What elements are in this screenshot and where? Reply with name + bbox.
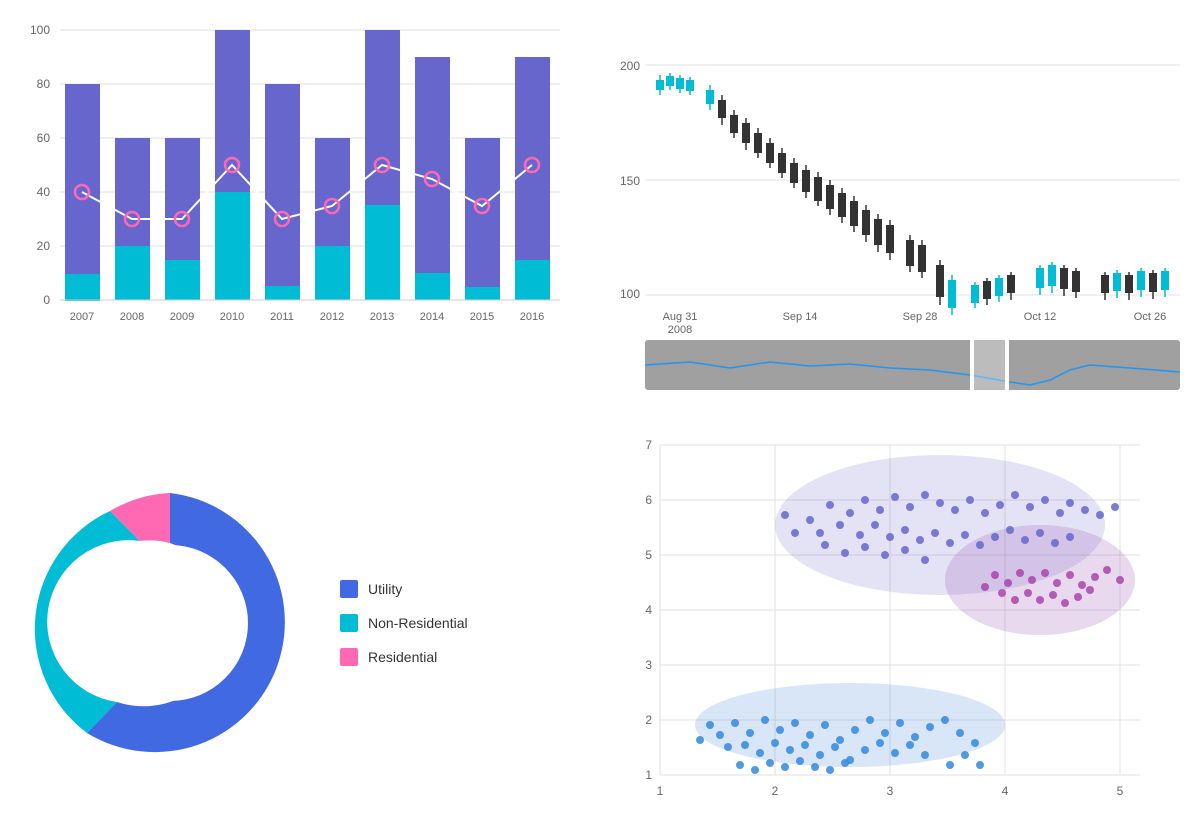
x-label: Aug 31 (663, 311, 698, 323)
y-label: 150 (620, 174, 640, 188)
svg-text:2: 2 (772, 784, 779, 798)
legend-residential-label: Residential (368, 649, 437, 665)
x-label: 2010 (220, 311, 244, 323)
bar-cyan (465, 287, 500, 300)
cluster2-ellipse (945, 525, 1135, 635)
x-label: 2015 (470, 311, 494, 323)
cluster3-ellipse (695, 683, 1005, 767)
x-label: 2012 (320, 311, 344, 323)
svg-text:4: 4 (1002, 784, 1009, 798)
svg-text:80: 80 (37, 77, 51, 91)
bar-blue (265, 84, 300, 300)
scatter-chart: 1 2 3 4 5 6 7 1 2 3 4 5 (600, 415, 1200, 830)
bar-cyan (365, 205, 400, 300)
donut-hole (92, 545, 248, 701)
svg-text:40: 40 (37, 185, 51, 199)
bar-cyan (315, 246, 350, 300)
svg-text:100: 100 (30, 23, 50, 37)
bar-cyan (115, 246, 150, 300)
svg-text:60: 60 (37, 131, 51, 145)
svg-text:0: 0 (43, 293, 50, 307)
donut-chart-cell: Utility Non-Residential Residential (0, 415, 600, 830)
x-label: 2007 (70, 311, 94, 323)
x-label: Oct 26 (1134, 311, 1166, 323)
svg-text:20: 20 (37, 239, 51, 253)
bar-blue (465, 138, 500, 300)
x-label: 2009 (170, 311, 194, 323)
svg-text:5: 5 (1117, 784, 1124, 798)
legend-residential-color (340, 648, 358, 666)
x-label: Oct 12 (1024, 311, 1056, 323)
svg-text:2: 2 (645, 713, 652, 727)
svg-text:1: 1 (657, 784, 664, 798)
y-label: 200 (620, 59, 640, 73)
svg-text:3: 3 (887, 784, 894, 798)
x-label: 2014 (420, 311, 444, 323)
legend-utility-color (340, 580, 358, 598)
svg-text:1: 1 (645, 768, 652, 782)
chart-legend: Utility Non-Residential Residential (340, 580, 468, 666)
x-label: 2008 (668, 324, 692, 336)
bar-cyan (165, 260, 200, 300)
x-label: 2013 (370, 311, 394, 323)
legend-utility: Utility (340, 580, 468, 598)
svg-text:6: 6 (645, 493, 652, 507)
svg-text:7: 7 (645, 438, 652, 452)
svg-text:4: 4 (645, 603, 652, 617)
legend-nonresidential-label: Non-Residential (368, 615, 468, 631)
bar-cyan (415, 273, 450, 300)
legend-nonresidential: Non-Residential (340, 614, 468, 632)
x-label: 2016 (520, 311, 544, 323)
candlestick-chart: 200 150 100 (600, 0, 1200, 415)
legend-utility-label: Utility (368, 581, 402, 597)
legend-nonresidential-color (340, 614, 358, 632)
x-label: Sep 14 (783, 311, 818, 323)
x-label: 2011 (270, 311, 294, 323)
bar-line-chart: 0 20 40 60 80 100 (0, 0, 600, 415)
y-label: 100 (620, 287, 640, 301)
bar-cyan (215, 192, 250, 300)
x-label: 2008 (120, 311, 144, 323)
legend-residential: Residential (340, 648, 468, 666)
svg-text:5: 5 (645, 548, 652, 562)
svg-text:3: 3 (645, 658, 652, 672)
bar-cyan (65, 274, 100, 301)
bar-cyan (515, 260, 550, 300)
x-label: Sep 28 (903, 311, 938, 323)
bar-cyan (265, 286, 300, 300)
